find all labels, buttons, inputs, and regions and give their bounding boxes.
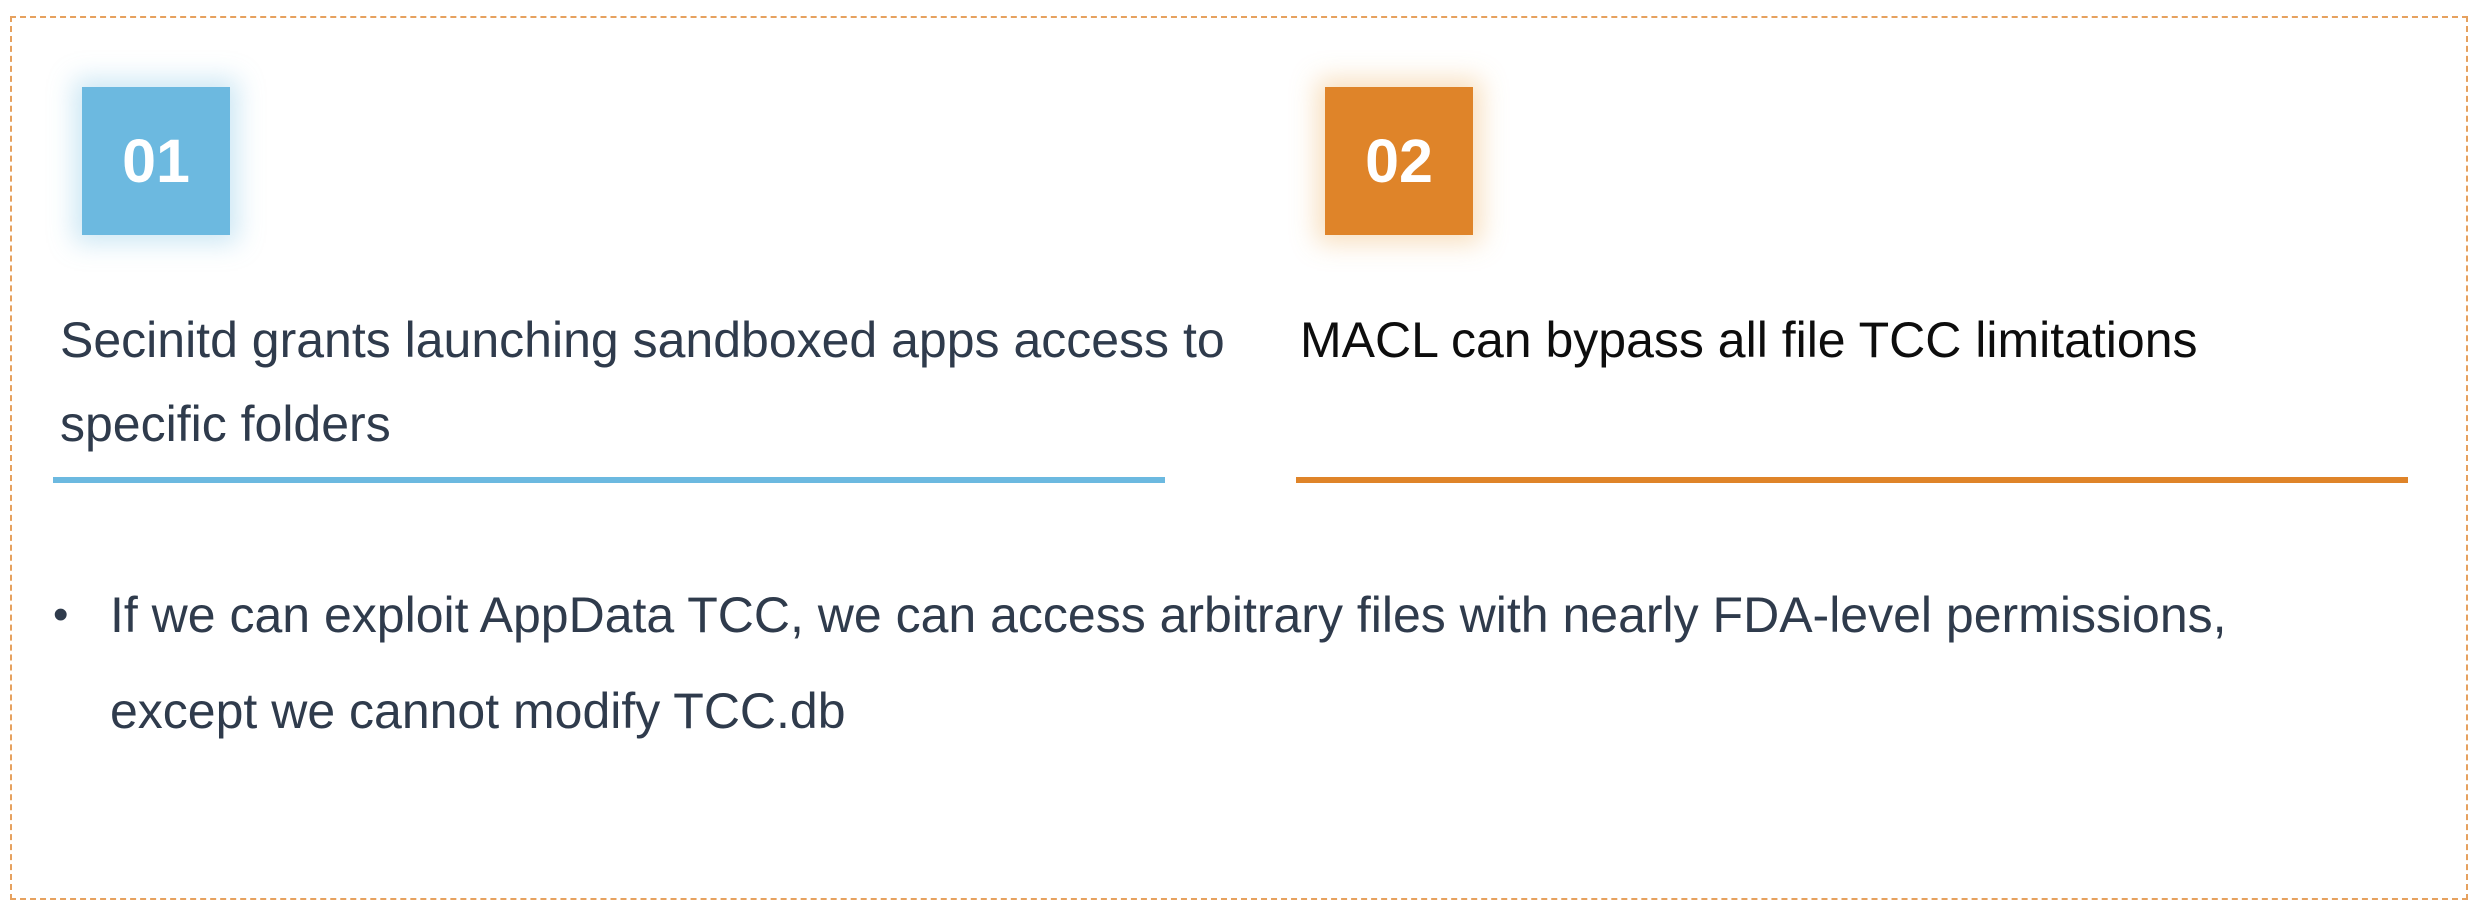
- bullet-text: If we can exploit AppData TCC, we can ac…: [110, 587, 2227, 739]
- bullet-marker-icon: •: [53, 590, 69, 639]
- bullet-item: • If we can exploit AppData TCC, we can …: [47, 567, 2367, 759]
- badge-01-number: 01: [122, 127, 190, 195]
- card-01-text: Secinitd grants launching sandboxed apps…: [60, 312, 1225, 452]
- card-02-text: MACL can bypass all file TCC limitations: [1300, 312, 2198, 368]
- badge-01: 01: [82, 87, 230, 235]
- card-02-divider: [1296, 477, 2408, 483]
- bullet-list: • If we can exploit AppData TCC, we can …: [47, 567, 2367, 759]
- badge-02: 02: [1325, 87, 1473, 235]
- badge-02-number: 02: [1365, 127, 1433, 195]
- card-01-divider: [53, 477, 1165, 483]
